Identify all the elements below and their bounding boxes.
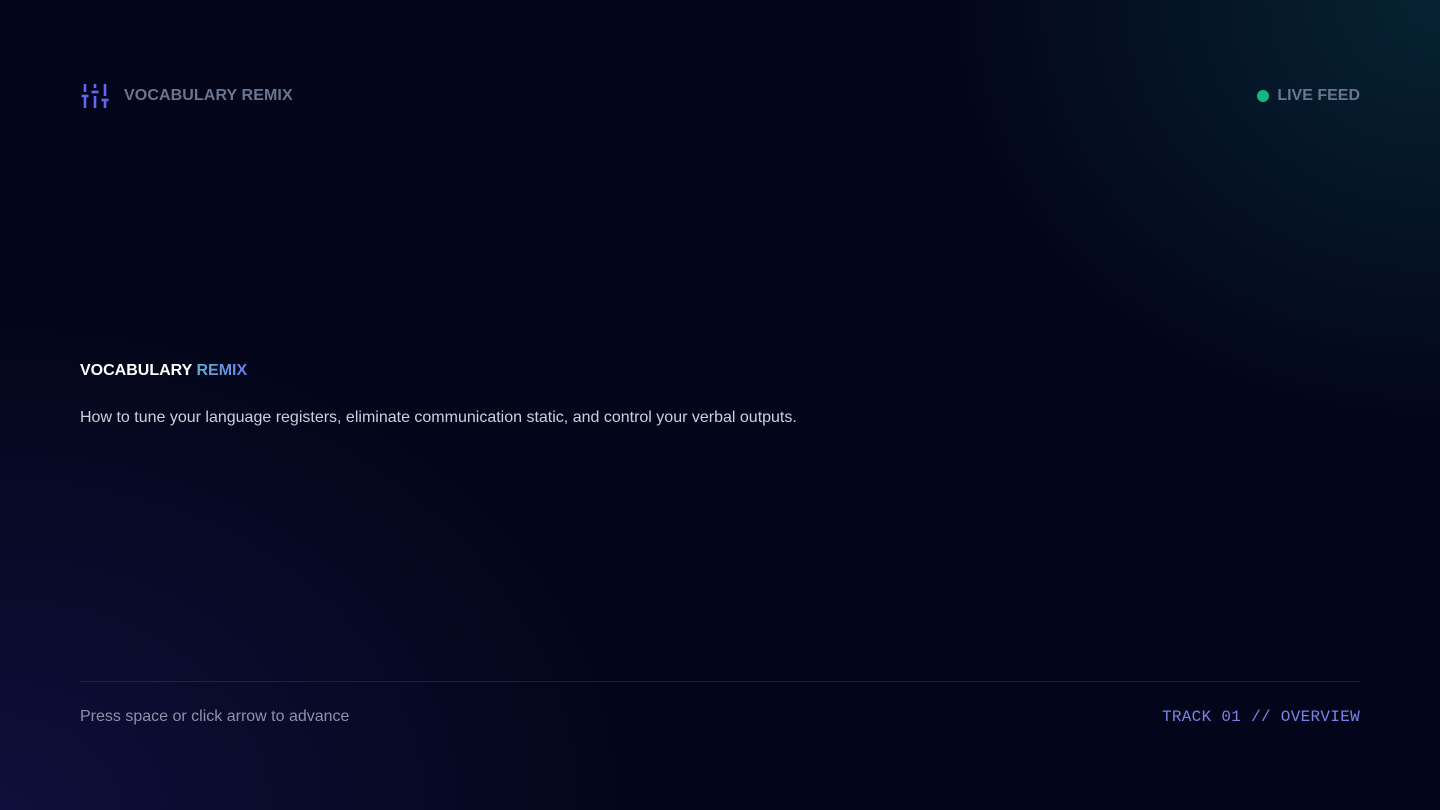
- title-part-2: REMIX: [196, 362, 248, 379]
- slide: VOCABULARY REMIX LIVE FEED VOCABULARY RE…: [0, 0, 1440, 810]
- advance-hint: Press space or click arrow to advance: [80, 708, 350, 725]
- live-feed-indicator: LIVE FEED: [1257, 87, 1360, 105]
- page-subtitle: How to tune your language registers, eli…: [80, 409, 797, 426]
- brand-label: VOCABULARY REMIX: [124, 87, 293, 104]
- hero: VOCABULARY REMIX How to tune your langua…: [80, 362, 1280, 428]
- brand: VOCABULARY REMIX: [80, 81, 293, 111]
- live-dot-icon: [1257, 90, 1270, 102]
- live-feed-label: LIVE FEED: [1277, 87, 1360, 104]
- sliders-icon: [81, 84, 109, 108]
- footer: Press space or click arrow to advance TR…: [80, 707, 1360, 727]
- footer-divider: [80, 681, 1360, 682]
- page-title: VOCABULARY REMIX: [80, 362, 1280, 380]
- title-part-1: VOCABULARY: [80, 362, 193, 379]
- header: VOCABULARY REMIX LIVE FEED: [80, 80, 1360, 112]
- track-indicator: TRACK 01 // OVERVIEW: [1161, 708, 1360, 726]
